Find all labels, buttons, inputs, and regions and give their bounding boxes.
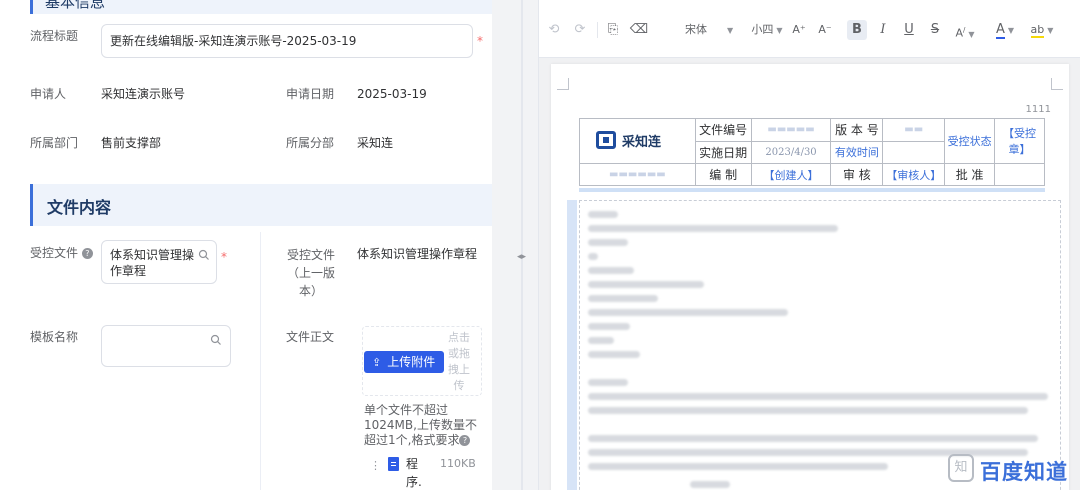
document-body[interactable] [579, 200, 1061, 490]
clear-format-icon[interactable]: ⌫ [629, 20, 649, 40]
process-title-input[interactable]: 更新在线编辑版-采知连演示账号-2025-03-19 [101, 24, 473, 58]
applicant-label: 申请人 [30, 87, 67, 101]
app-root: 基本信息 流程标题 更新在线编辑版-采知连演示账号-2025-03-19 * 申… [0, 0, 1080, 490]
italic-icon[interactable]: I [873, 20, 893, 40]
underline-icon[interactable]: U [899, 20, 919, 40]
help-icon[interactable]: ? [459, 435, 471, 446]
baidu-zhidao-logo-icon: 知 [948, 454, 974, 482]
search-icon[interactable] [198, 249, 210, 261]
font-family-select[interactable]: 宋体 ▼ [661, 20, 739, 40]
column-divider [260, 232, 261, 490]
applicant-value: 采知连演示账号 [101, 87, 186, 101]
template-label: 模板名称 [30, 330, 79, 344]
doc-no-value: ▬▬▬▬▬ [750, 118, 832, 142]
bold-icon[interactable]: B [847, 20, 867, 40]
font-size-select[interactable]: 小四 ▼ [739, 20, 795, 40]
selection-strip [579, 188, 1045, 192]
strikethrough-icon[interactable]: S [925, 20, 945, 40]
upload-tip: 单个文件不超过1024MB,上传数量不超过1个,格式要求? [364, 403, 477, 447]
approver-label: 批 准 [944, 163, 996, 186]
controlled-status-label: 受控状态 [944, 118, 996, 164]
watermark: 知 百度知道 [948, 450, 1078, 488]
highlight-icon[interactable]: ab ▼ [1027, 20, 1057, 40]
branch-value: 采知连 [357, 136, 394, 150]
margin-corner-mark [557, 78, 569, 90]
file-name[interactable]: 程序. [406, 455, 424, 490]
dept-label: 所属部门 [30, 136, 79, 150]
drafter-label: 编 制 [694, 163, 752, 186]
version-value: ▬▬ [882, 118, 946, 142]
document-header-table: 采知连 文件编号 ▬▬▬▬▬ 版 本 号 ▬▬ 受控状态 【受控章】 实施日期 … [579, 118, 1045, 186]
logo-icon [596, 131, 616, 149]
editor-toolbar: ⟲ ⟳ ⎘ ⌫ 宋体 ▼ 小四 ▼ A⁺ A⁻ B I U S A/▼ A ▼ ab ▼ [539, 0, 1080, 58]
search-icon[interactable] [210, 334, 222, 346]
company-name-cell: ▬▬▬▬▬▬ [579, 163, 696, 186]
drop-hint: 点击或拖拽上传 [448, 331, 470, 392]
upload-button-label: 上传附件 [387, 355, 436, 369]
drag-handle-icon[interactable]: ⋮ [370, 459, 381, 472]
effective-date-label: 实施日期 [694, 140, 752, 164]
increase-font-icon[interactable]: A⁺ [789, 20, 809, 40]
process-title-label: 流程标题 [30, 29, 79, 43]
reviewer-value: 【审核人】 [882, 163, 946, 186]
controlled-file-value: 体系知识管理操作章程 [110, 248, 195, 278]
drafter-value: 【创建人】 [750, 163, 832, 186]
upload-icon: ⇪ [372, 356, 382, 369]
panel-gap [492, 0, 538, 490]
page-number: 1111 [1025, 104, 1051, 115]
section-title-basic: 基本信息 [45, 0, 106, 11]
upload-attachment-button[interactable]: ⇪ 上传附件 [364, 351, 444, 373]
decrease-font-icon[interactable]: A⁻ [815, 20, 835, 40]
template-select[interactable] [101, 325, 231, 367]
section-title-file-content: 文件内容 [47, 198, 112, 217]
undo-icon[interactable]: ⟲ [545, 20, 563, 40]
approver-value [994, 163, 1045, 186]
document-page[interactable]: 1111 采知连 文件编号 ▬▬▬▬▬ 版 本 号 ▬▬ 受控状态 【受控章】 … [551, 64, 1069, 490]
logo-text: 采知连 [622, 135, 662, 150]
doc-no-label: 文件编号 [694, 118, 752, 142]
logo-cell: 采知连 [579, 118, 696, 164]
selection-bar [567, 200, 577, 490]
section-header-basic: 基本信息 [30, 0, 492, 14]
watermark-text: 百度知道 [980, 460, 1068, 484]
branch-label: 所属分部 [286, 136, 335, 150]
chevron-down-icon: ▼ [776, 26, 783, 35]
margin-corner-mark [1051, 78, 1063, 90]
font-family-value: 宋体 [685, 23, 707, 36]
file-list-item[interactable]: ⋮ 程序. 110KB [366, 455, 486, 490]
valid-time-value [882, 140, 946, 164]
reviewer-label: 审 核 [830, 163, 884, 186]
file-size: 110KB [440, 457, 476, 470]
apply-date-label: 申请日期 [286, 87, 335, 101]
required-mark: * [221, 250, 227, 264]
splitter[interactable] [521, 0, 523, 490]
version-label: 版 本 号 [830, 118, 884, 142]
chevron-down-icon: ▼ [727, 26, 734, 35]
file-body-label: 文件正文 [286, 330, 335, 344]
dept-value: 售前支撑部 [101, 136, 162, 150]
controlled-file-label: 受控文件 ? [30, 245, 93, 261]
valid-time-label: 有效时间 [830, 140, 884, 164]
process-title-value: 更新在线编辑版-采知连演示账号-2025-03-19 [110, 34, 357, 48]
controlled-status-value: 【受控章】 [994, 118, 1045, 164]
prev-controlled-file-value: 体系知识管理操作章程 [357, 247, 478, 261]
document-icon [388, 457, 399, 471]
section-header-file-content: 文件内容 [30, 184, 492, 226]
required-mark: * [477, 34, 483, 48]
splitter-handle-icon[interactable]: ◂▸ [517, 252, 526, 262]
document-editor: ⟲ ⟳ ⎘ ⌫ 宋体 ▼ 小四 ▼ A⁺ A⁻ B I U S A/▼ A ▼ ab ▼… [538, 0, 1080, 490]
format-painter-icon[interactable]: ⎘ [603, 20, 623, 40]
prev-controlled-file-label: 受控文件（上一版本） [286, 248, 335, 298]
superscript-icon[interactable]: A/▼ [951, 20, 979, 40]
controlled-file-select[interactable]: 体系知识管理操作章程 [101, 240, 217, 284]
form-panel: 基本信息 流程标题 更新在线编辑版-采知连演示账号-2025-03-19 * 申… [0, 0, 492, 490]
apply-date-value: 2025-03-19 [357, 87, 427, 101]
help-icon[interactable]: ? [81, 248, 93, 259]
font-size-value: 小四 [751, 23, 774, 36]
redo-icon[interactable]: ⟳ [571, 20, 589, 40]
effective-date-value: 2023/4/30 [750, 140, 832, 164]
font-color-icon[interactable]: A ▼ [991, 20, 1019, 40]
